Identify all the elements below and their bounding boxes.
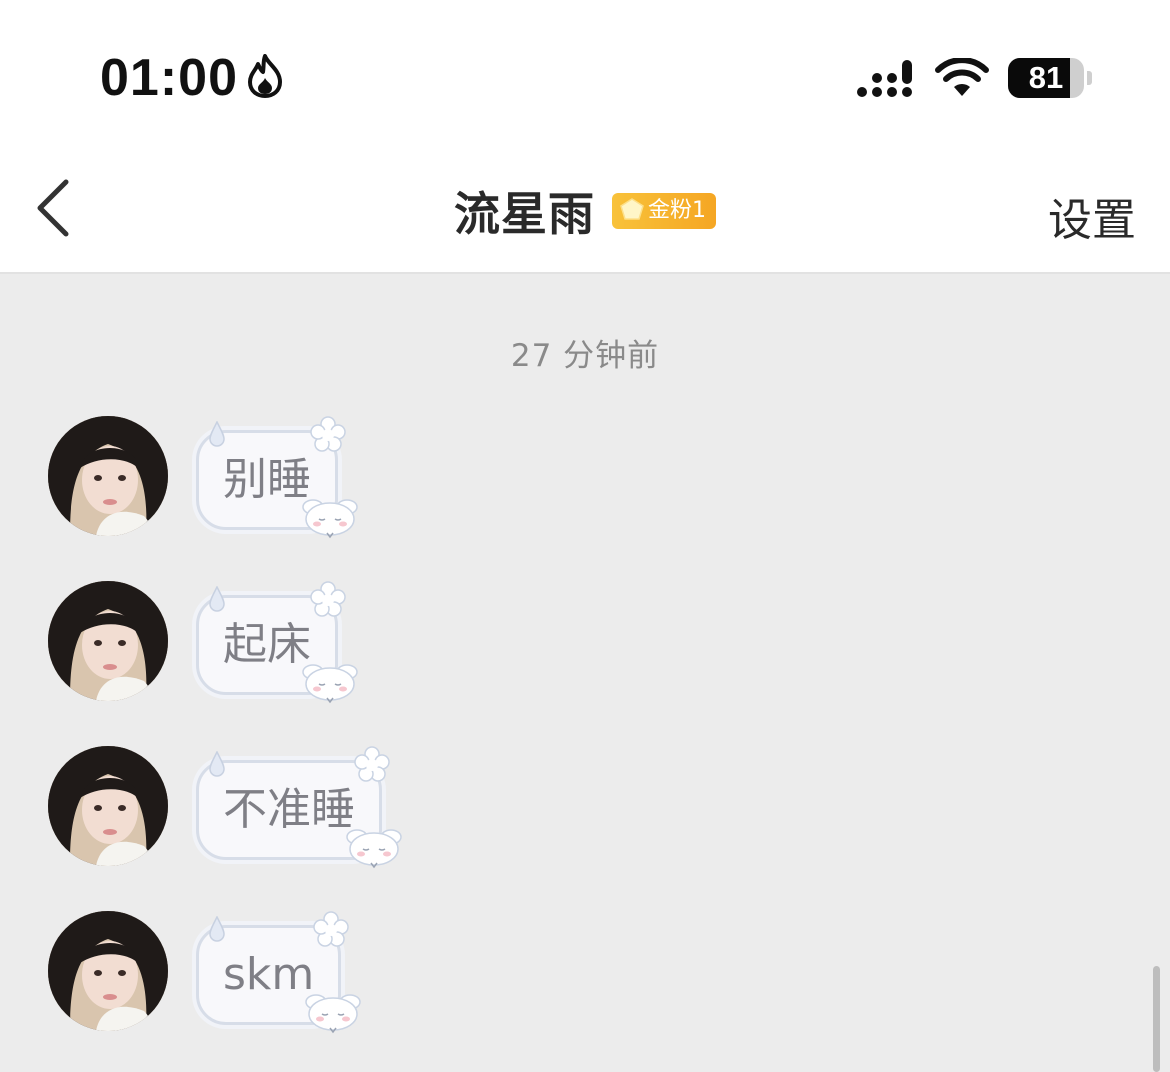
flame-icon <box>248 54 282 98</box>
message-bubble[interactable]: 不准睡 <box>196 746 402 869</box>
message-bubble[interactable]: skm <box>196 911 362 1034</box>
message-row: 别睡 <box>0 416 1170 556</box>
status-bar: 01:00 81 <box>0 0 1170 140</box>
flower-icon <box>354 746 390 782</box>
fan-level-badge-label: 金粉1 <box>648 198 707 223</box>
message-bubble[interactable]: 起床 <box>196 581 358 704</box>
wifi-icon <box>935 58 989 96</box>
status-time: 01:00 <box>100 49 238 107</box>
message-bubble[interactable]: 别睡 <box>196 416 358 539</box>
gem-icon <box>620 198 644 220</box>
flower-icon <box>310 581 346 617</box>
signal-icon <box>857 60 912 97</box>
avatar[interactable] <box>48 416 168 536</box>
droplet-icon <box>209 916 225 942</box>
droplet-icon <box>209 586 225 612</box>
bunny-sticker-icon <box>302 499 358 539</box>
fan-level-badge: 金粉1 <box>612 193 717 229</box>
scrollbar[interactable] <box>1153 966 1160 1072</box>
chat-title: 流星雨 <box>453 187 595 241</box>
nav-bar: 流星雨 金粉1 设置 <box>0 140 1170 274</box>
battery-percent: 81 <box>1028 60 1064 95</box>
bunny-sticker-icon <box>302 664 358 704</box>
droplet-icon <box>209 421 225 447</box>
message-row: skm <box>0 911 1170 1051</box>
bunny-sticker-icon <box>305 994 362 1034</box>
battery-indicator: 81 <box>1008 58 1092 98</box>
message-row: 起床 <box>0 581 1170 721</box>
flower-icon <box>310 416 346 452</box>
avatar[interactable] <box>48 746 168 866</box>
message-timestamp: 27 分钟前 <box>510 338 660 374</box>
avatar[interactable] <box>48 581 168 701</box>
flower-icon <box>313 911 350 947</box>
avatar[interactable] <box>48 911 168 1031</box>
droplet-icon <box>209 751 225 777</box>
message-row: 不准睡 <box>0 746 1170 886</box>
bunny-sticker-icon <box>346 829 402 869</box>
settings-button[interactable]: 设置 <box>1048 184 1136 248</box>
